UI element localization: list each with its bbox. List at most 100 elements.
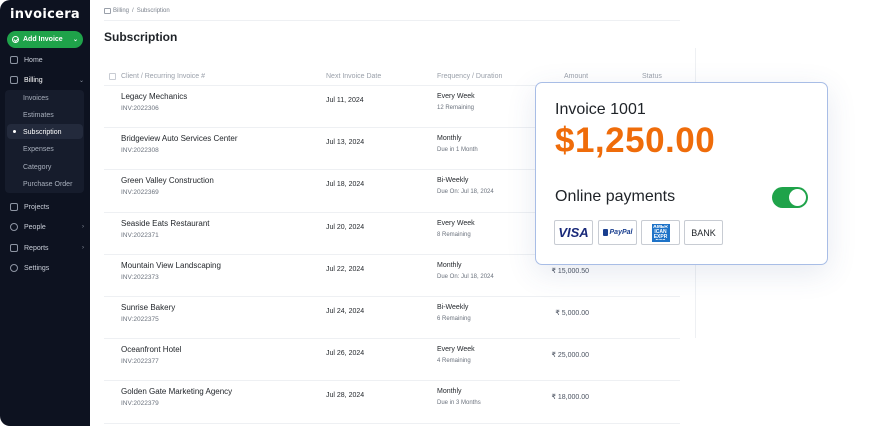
column-header-amount[interactable]: Amount: [564, 73, 588, 80]
amex-logo-text: AMERICAN EXPRESS: [653, 225, 668, 240]
page-title: Subscription: [104, 30, 178, 44]
next-invoice-date: Jul 24, 2024: [326, 308, 365, 315]
folder-icon: [10, 203, 18, 211]
next-invoice-date: Jul 13, 2024: [326, 139, 365, 147]
row-divider: [104, 380, 680, 382]
chevron-down-icon: ⌄: [78, 77, 84, 84]
next-invoice-date: Jul 18, 2024: [326, 181, 365, 189]
frequency-duration: Due in 3 Months: [437, 400, 481, 407]
amex-logo-icon: AMERICAN EXPRESS: [651, 223, 670, 242]
active-dot-icon: [13, 130, 16, 133]
add-invoice-label: Add Invoice: [23, 36, 63, 43]
frequency-duration: Due On: Jul 18, 2024: [437, 189, 494, 196]
sidebar-item-billing[interactable]: Billing ⌄: [10, 73, 84, 87]
visa-payment-option[interactable]: VISA: [554, 220, 593, 245]
row-divider: [104, 296, 680, 297]
next-invoice-date: Jul 11, 2024: [326, 97, 364, 104]
sidebar-item-label: Home: [24, 56, 43, 64]
invoice-title: Invoice 1001: [555, 101, 646, 118]
column-header-client[interactable]: Client / Recurring Invoice #: [121, 73, 205, 80]
sidebar-sub-estimates[interactable]: Estimates: [23, 109, 54, 121]
chevron-right-icon: ›: [82, 245, 84, 251]
frequency: Every Week: [437, 219, 475, 227]
billing-icon: [10, 76, 18, 84]
invoice-number: INV:2022306: [121, 105, 159, 112]
invoice-number: INV:2022377: [121, 358, 159, 366]
frequency-duration: 12 Remaining: [437, 105, 475, 111]
invoice-card: Invoice 1001 $1,250.00 Online payments V…: [535, 82, 828, 265]
frequency: Bi-Weekly: [437, 177, 469, 185]
client-name[interactable]: Legacy Mechanics: [121, 92, 187, 101]
select-all-checkbox[interactable]: [109, 73, 116, 80]
frequency: Bi-Weekly: [437, 304, 469, 311]
frequency-duration: Due On: Jul 18, 2024: [437, 273, 494, 280]
sidebar-item-home[interactable]: Home: [10, 53, 84, 67]
header-divider: [104, 20, 680, 21]
frequency: Every Week: [437, 346, 475, 354]
invoice-amount: $1,250.00: [555, 121, 716, 160]
sidebar-sub-subscription[interactable]: Subscription: [23, 126, 62, 138]
frequency: Every Week: [437, 93, 475, 100]
breadcrumb-billing[interactable]: Billing: [113, 8, 129, 14]
sidebar-item-label: Billing: [24, 76, 43, 84]
client-name[interactable]: Sunrise Bakery: [121, 303, 175, 312]
frequency-duration: Due in 1 Month: [437, 147, 478, 154]
next-invoice-date: Jul 22, 2024: [326, 265, 365, 273]
sidebar-item-projects[interactable]: Projects: [10, 200, 84, 214]
invoice-number: INV:2022373: [121, 273, 159, 281]
amount: ₹ 18,000.00: [551, 394, 589, 402]
amount: ₹ 15,000.50: [551, 267, 589, 275]
invoice-number: INV:2022308: [121, 147, 159, 155]
online-payments-toggle[interactable]: [772, 187, 808, 208]
paypal-logo-text: PayPal: [609, 229, 633, 236]
paypal-payment-option[interactable]: PayPal: [598, 220, 637, 245]
sidebar-item-settings[interactable]: Settings: [10, 261, 84, 275]
toggle-knob: [789, 189, 806, 206]
sidebar-sub-purchase-order[interactable]: Purchase Order: [23, 178, 72, 190]
client-name[interactable]: Golden Gate Marketing Agency: [121, 387, 232, 396]
amount: ₹ 5,000.00: [555, 310, 589, 317]
paypal-icon: [602, 229, 608, 236]
sidebar-sub-invoices[interactable]: Invoices: [23, 92, 49, 104]
row-divider: [104, 422, 680, 424]
client-name[interactable]: Mountain View Landscaping: [121, 261, 221, 270]
sidebar-item-people[interactable]: People ›: [10, 220, 84, 234]
sidebar-item-label: Projects: [24, 203, 50, 211]
visa-logo-text: VISA: [558, 225, 589, 240]
billing-icon: [104, 8, 111, 14]
check-circle-icon: [12, 36, 19, 43]
bank-label: BANK: [691, 227, 716, 238]
sidebar-sub-expenses[interactable]: Expenses: [23, 143, 54, 155]
app-logo: invoicera: [10, 7, 80, 22]
client-name[interactable]: Oceanfront Hotel: [121, 345, 181, 354]
column-header-status[interactable]: Status: [642, 73, 662, 80]
frequency: Monthly: [437, 261, 462, 269]
online-payments-label: Online payments: [555, 188, 676, 205]
frequency-duration: 6 Remaining: [437, 316, 471, 322]
amount: ₹ 25,000.00: [551, 352, 589, 360]
breadcrumb-current: Subscription: [136, 8, 170, 14]
home-icon: [10, 56, 18, 64]
add-invoice-button[interactable]: Add Invoice ⌄: [7, 31, 83, 48]
next-invoice-date: Jul 20, 2024: [326, 223, 365, 231]
client-name[interactable]: Bridgeview Auto Services Center: [121, 134, 238, 143]
sidebar-item-label: Settings: [24, 264, 50, 272]
next-invoice-date: Jul 28, 2024: [326, 392, 365, 400]
sidebar-item-label: Reports: [24, 244, 49, 252]
frequency: Monthly: [437, 388, 462, 396]
amex-payment-option[interactable]: AMERICAN EXPRESS: [641, 220, 680, 245]
gear-icon: [10, 264, 18, 272]
sidebar-sub-category[interactable]: Category: [23, 161, 51, 173]
breadcrumb-separator: /: [132, 8, 134, 14]
column-header-frequency[interactable]: Frequency / Duration: [437, 73, 502, 80]
invoice-number: INV:2022379: [121, 400, 159, 408]
frequency-duration: 4 Remaining: [437, 358, 471, 365]
sidebar-item-reports[interactable]: Reports ›: [10, 241, 84, 255]
row-divider: [104, 338, 680, 340]
column-header-date[interactable]: Next Invoice Date: [326, 73, 381, 80]
client-name[interactable]: Seaside Eats Restaurant: [121, 219, 210, 228]
bank-payment-option[interactable]: BANK: [684, 220, 723, 245]
invoice-number: INV:2022371: [121, 231, 159, 239]
chevron-right-icon: ›: [82, 224, 84, 230]
client-name[interactable]: Green Valley Construction: [121, 176, 214, 185]
